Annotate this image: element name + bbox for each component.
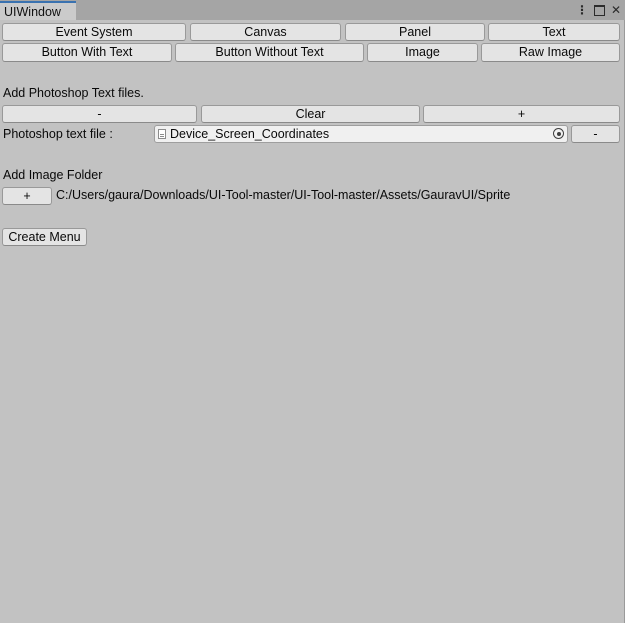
create-menu-button[interactable]: Create Menu xyxy=(2,228,87,246)
window-tab[interactable]: UIWindow xyxy=(0,1,76,20)
text-asset-icon xyxy=(158,129,166,139)
image-folder-section-label: Add Image Folder xyxy=(3,168,103,182)
ui-window: UIWindow ⋮ ✕ Event System Canvas Panel T… xyxy=(0,0,625,623)
close-icon[interactable]: ✕ xyxy=(611,3,621,17)
raw-image-button[interactable]: Raw Image xyxy=(481,43,620,62)
window-controls: ⋮ ✕ xyxy=(576,2,621,18)
object-picker-icon[interactable] xyxy=(553,128,564,139)
add-image-folder-button[interactable]: + xyxy=(2,187,52,205)
canvas-button[interactable]: Canvas xyxy=(190,23,341,41)
button-without-text-button[interactable]: Button Without Text xyxy=(175,43,364,62)
image-button[interactable]: Image xyxy=(367,43,478,62)
remove-field-button[interactable]: - xyxy=(571,125,620,143)
photoshop-text-file-field[interactable]: Device_Screen_Coordinates xyxy=(154,125,568,143)
text-button[interactable]: Text xyxy=(488,23,620,41)
add-text-file-button[interactable]: + xyxy=(423,105,620,123)
photoshop-section-label: Add Photoshop Text files. xyxy=(3,86,144,100)
photoshop-text-file-value: Device_Screen_Coordinates xyxy=(170,127,330,141)
panel-button[interactable]: Panel xyxy=(345,23,485,41)
button-with-text-button[interactable]: Button With Text xyxy=(2,43,172,62)
photoshop-text-file-label: Photoshop text file : xyxy=(3,127,113,141)
event-system-button[interactable]: Event System xyxy=(2,23,186,41)
maximize-icon[interactable] xyxy=(593,4,605,16)
window-tab-bar: UIWindow ⋮ ✕ xyxy=(0,0,625,20)
image-folder-path: C:/Users/gaura/Downloads/UI-Tool-master/… xyxy=(56,188,511,202)
more-options-icon[interactable]: ⋮ xyxy=(576,3,588,17)
remove-text-file-button[interactable]: - xyxy=(2,105,197,123)
clear-button[interactable]: Clear xyxy=(201,105,420,123)
